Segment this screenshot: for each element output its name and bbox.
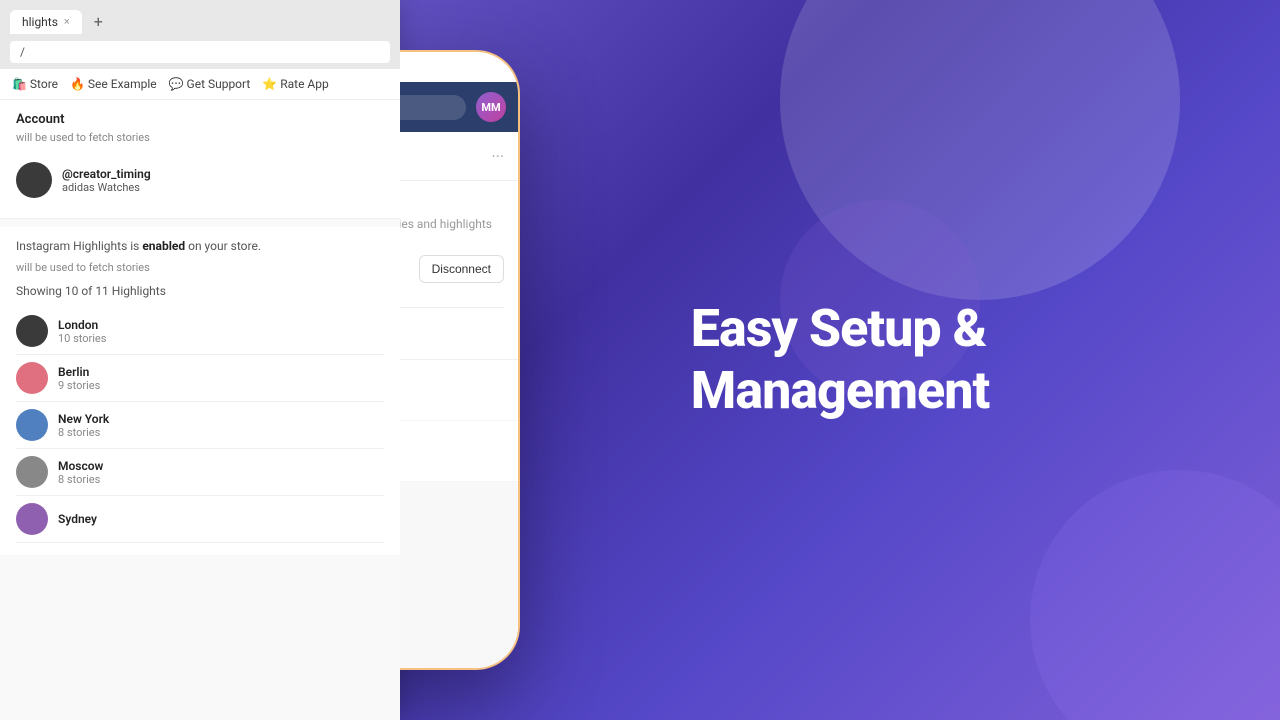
- hero-text: Easy Setup & Management: [631, 298, 1049, 423]
- phone-account-subtitle: This account will be used to fetch stori…: [400, 217, 504, 231]
- phone-showing-text: Showing 10 of 11 Highlights: [400, 318, 504, 333]
- list-item: Berlin 9 stories: [16, 355, 384, 402]
- account-info: @creator_timing adidas Watches: [62, 167, 384, 194]
- app-content: Account will be used to fetch stories @c…: [0, 100, 400, 720]
- account-name: adidas Watches: [62, 181, 384, 194]
- highlight-avatar-moscow: [16, 456, 48, 488]
- tab-close-icon[interactable]: ×: [64, 15, 70, 28]
- highlights-fetch-subtitle: will be used to fetch stories: [16, 261, 384, 274]
- highlight-info: Berlin 9 stories: [58, 365, 100, 392]
- phone-account-title: Instagram Account: [400, 195, 504, 213]
- highlights-enabled-text: Instagram Highlights is enabled on your …: [16, 239, 384, 253]
- user-avatar-badge[interactable]: MM: [476, 92, 506, 122]
- browser-chrome: hlights × + /: [0, 0, 400, 69]
- phone-scroll-content: Instagram Account This account will be u…: [400, 181, 518, 668]
- highlight-avatar-newyork: [16, 409, 48, 441]
- highlight-count: 10 stories: [58, 332, 106, 345]
- highlight-city: Sydney: [58, 512, 97, 526]
- address-bar[interactable]: /: [10, 41, 390, 63]
- highlight-avatar-berlin: [16, 362, 48, 394]
- highlight-count: 9 stories: [58, 379, 100, 392]
- highlight-city: Moscow: [58, 459, 103, 473]
- phone-account-card: Instagram Account This account will be u…: [400, 181, 518, 360]
- browser-tab-active[interactable]: hlights ×: [10, 10, 82, 34]
- phone-mockup-container: ☰ 🔍 Search MM Instagram Stories & Highli…: [400, 50, 520, 670]
- disconnect-button[interactable]: Disconnect: [419, 255, 504, 283]
- phone-top: [400, 52, 518, 82]
- highlight-city: New York: [58, 412, 109, 426]
- bg-shape-2: [1030, 470, 1280, 720]
- account-avatar: [16, 162, 52, 198]
- highlight-avatar-sydney: [16, 503, 48, 535]
- account-section-subtitle: will be used to fetch stories: [16, 131, 384, 144]
- more-options-icon[interactable]: ···: [491, 147, 504, 166]
- phone-account-handle: @creator_timing: [400, 255, 407, 270]
- right-panel: ☰ 🔍 Search MM Instagram Stories & Highli…: [400, 0, 1280, 720]
- highlight-info: London 10 stories: [58, 318, 106, 345]
- phone-screen: ☰ 🔍 Search MM Instagram Stories & Highli…: [400, 82, 518, 668]
- highlight-info: New York 8 stories: [58, 412, 109, 439]
- showing-text: Showing 10 of 11 Highlights: [16, 284, 384, 298]
- left-panel: hlights × + / 🛍️ Store 🔥 See Example 💬 G…: [0, 0, 400, 720]
- phone-highlight-item: Berlin 9 stories: [400, 421, 518, 482]
- app-header-row: Instagram Stories & Highli... ···: [400, 132, 518, 181]
- app-nav: 🛍️ Store 🔥 See Example 💬 Get Support ⭐ R…: [0, 69, 400, 100]
- browser-tabs: hlights × +: [10, 8, 390, 35]
- phone-account-name: adidas Watches: [400, 270, 407, 284]
- phone-mockup: ☰ 🔍 Search MM Instagram Stories & Highli…: [400, 50, 520, 670]
- list-item: Moscow 8 stories: [16, 449, 384, 496]
- highlight-count: 8 stories: [58, 473, 103, 486]
- highlight-info: Sydney: [58, 512, 97, 526]
- account-section: Account will be used to fetch stories @c…: [0, 100, 400, 219]
- tab-label: hlights: [22, 15, 58, 29]
- highlight-info: Moscow 8 stories: [58, 459, 103, 486]
- hero-title-line1: Easy Setup &: [691, 298, 989, 360]
- hero-title-line2: Management: [691, 360, 989, 422]
- phone-highlight-item: London 10 stories: [400, 360, 518, 421]
- list-item: New York 8 stories: [16, 402, 384, 449]
- account-row: @creator_timing adidas Watches: [16, 154, 384, 206]
- account-handle: @creator_timing: [62, 167, 384, 181]
- highlight-city: Berlin: [58, 365, 100, 379]
- account-section-title: Account: [16, 112, 384, 127]
- list-item: Sydney: [16, 496, 384, 543]
- nav-store[interactable]: 🛍️ Store: [12, 77, 58, 91]
- highlight-city: London: [58, 318, 106, 332]
- phone-account-info: @creator_timing adidas Watches: [400, 255, 407, 284]
- nav-example[interactable]: 🔥 See Example: [70, 77, 157, 91]
- new-tab-button[interactable]: +: [86, 8, 111, 35]
- highlight-count: 8 stories: [58, 426, 109, 439]
- highlights-section: Instagram Highlights is enabled on your …: [0, 227, 400, 555]
- list-item: London 10 stories: [16, 308, 384, 355]
- highlight-avatar-london: [16, 315, 48, 347]
- app-title: Instagram Stories & Highli...: [400, 149, 483, 164]
- nav-rate[interactable]: ⭐ Rate App: [262, 77, 328, 91]
- divider: [400, 307, 504, 308]
- nav-support[interactable]: 💬 Get Support: [169, 77, 251, 91]
- phone-account-row: @creator_timing adidas Watches Disconnec…: [400, 245, 504, 293]
- phone-topbar: ☰ 🔍 Search MM: [400, 82, 518, 132]
- search-box[interactable]: 🔍 Search: [400, 95, 466, 120]
